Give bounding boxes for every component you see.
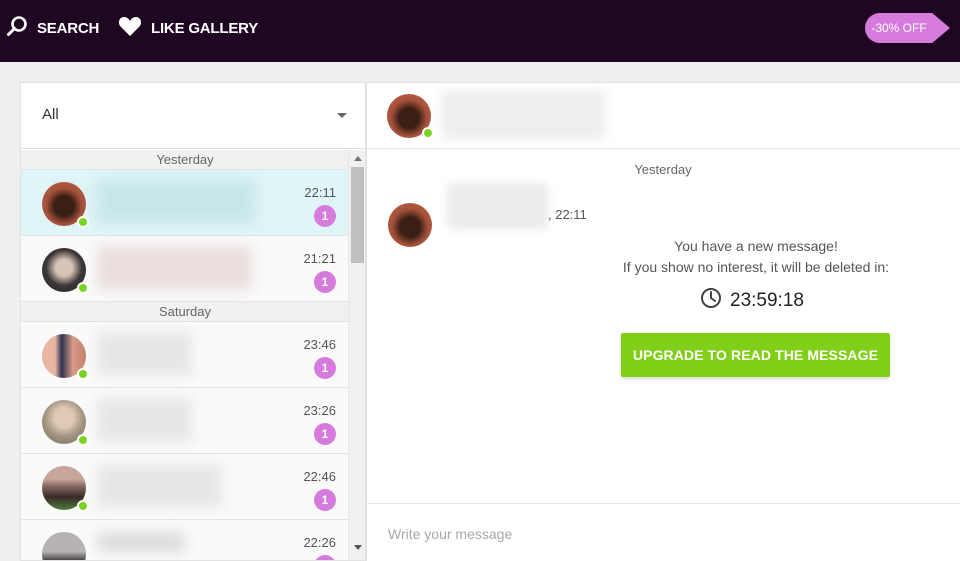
deletion-countdown: 23:59:18	[700, 287, 804, 315]
unread-count-badge: 1	[314, 357, 336, 379]
unread-count-badge: 1	[314, 489, 336, 511]
conversation-list: Yesterday 22:11 1 21:21 1 Saturday 23:46…	[21, 150, 349, 560]
conversation-item[interactable]: 22:26 1	[21, 520, 349, 560]
message-input[interactable]	[366, 504, 960, 561]
online-indicator	[77, 500, 89, 512]
conversation-filter-dropdown[interactable]: All	[21, 83, 365, 149]
chat-header	[366, 83, 960, 149]
filter-selected-value: All	[42, 106, 59, 123]
notice-line-2: If you show no interest, it will be dele…	[622, 259, 890, 275]
online-indicator	[77, 434, 89, 446]
day-separator: Yesterday	[21, 150, 349, 170]
message-composer	[366, 503, 960, 561]
nav-like-gallery[interactable]: LIKE GALLERY	[118, 16, 258, 40]
conversation-time: 22:26	[303, 535, 336, 550]
unread-count-badge: 1	[314, 423, 336, 445]
heart-icon	[118, 15, 142, 41]
scroll-down-arrow-icon[interactable]	[354, 545, 362, 550]
blurred-name-preview	[97, 246, 252, 290]
promo-label: -30% OFF	[871, 21, 927, 35]
nav-search[interactable]: SEARCH	[6, 16, 99, 40]
online-indicator	[77, 282, 89, 294]
conversation-time: 23:26	[303, 403, 336, 418]
upgrade-to-read-button[interactable]: UPGRADE TO READ THE MESSAGE	[621, 333, 890, 377]
panel-divider	[366, 82, 367, 561]
online-indicator	[77, 368, 89, 380]
chat-panel: Yesterday , 22:11 You have a new message…	[366, 82, 960, 561]
scroll-thumb[interactable]	[351, 167, 364, 263]
chat-day-separator: Yesterday	[634, 162, 692, 177]
conversation-item[interactable]: 22:46 1	[21, 454, 349, 520]
scroll-up-arrow-icon[interactable]	[354, 156, 362, 161]
conversation-time: 22:46	[303, 469, 336, 484]
unread-count-badge: 1	[314, 205, 336, 227]
conversation-item[interactable]: 21:21 1	[21, 236, 349, 302]
nav-like-label: LIKE GALLERY	[151, 19, 259, 37]
conversation-item[interactable]: 23:46 1	[21, 322, 349, 388]
promo-discount-badge[interactable]: -30% OFF	[865, 13, 950, 43]
unread-count-badge: 1	[314, 271, 336, 293]
top-bar: SEARCH LIKE GALLERY -30% OFF	[0, 0, 960, 62]
blurred-contact-name	[441, 91, 606, 139]
locked-message-notice: You have a new message! If you show no i…	[536, 236, 960, 278]
day-separator: Saturday	[21, 302, 349, 322]
conversation-time: 23:46	[303, 337, 336, 352]
caret-down-icon	[337, 113, 347, 118]
blurred-name-preview	[97, 532, 185, 552]
message-time: , 22:11	[548, 207, 587, 222]
conversation-time: 21:21	[303, 251, 336, 266]
blurred-sender-name	[447, 183, 548, 229]
conversation-list-scrollbar[interactable]	[348, 150, 365, 560]
online-indicator	[422, 127, 434, 139]
blurred-name-preview	[97, 464, 222, 508]
blurred-name-preview	[97, 398, 192, 442]
unread-count-badge: 1	[314, 555, 336, 560]
blurred-name-preview	[97, 332, 192, 376]
conversation-panel: All Yesterday 22:11 1 21:21 1 Saturday 2…	[20, 82, 366, 561]
clock-icon	[700, 287, 722, 315]
message-sender-avatar	[388, 203, 432, 247]
blurred-name-preview	[97, 180, 255, 224]
nav-search-label: SEARCH	[37, 19, 100, 37]
notice-line-1: You have a new message!	[674, 238, 838, 254]
online-indicator	[77, 216, 89, 228]
avatar	[42, 532, 86, 560]
conversation-item[interactable]: 22:11 1	[21, 170, 349, 236]
search-icon	[6, 15, 28, 41]
countdown-value: 23:59:18	[730, 290, 804, 311]
conversation-item[interactable]: 23:26 1	[21, 388, 349, 454]
conversation-time: 22:11	[304, 185, 336, 200]
